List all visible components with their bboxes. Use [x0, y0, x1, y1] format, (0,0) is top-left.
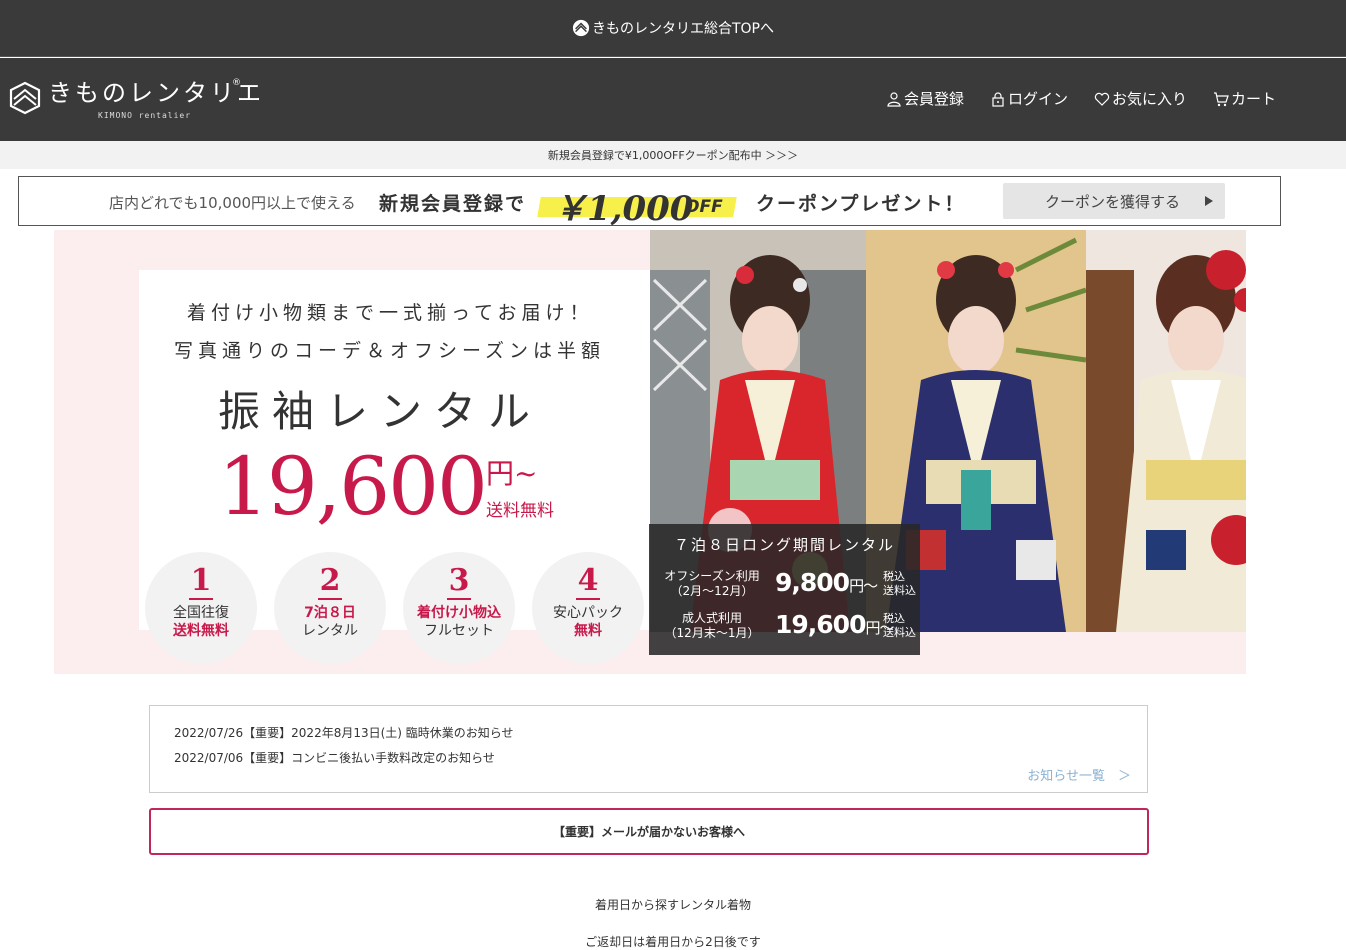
long-rental-price-value: 19,600 — [775, 610, 866, 639]
hero-banner[interactable]: 着付け小物類まで一式揃ってお届け！ 写真通りのコーデ＆オフシーズンは半額 振袖レ… — [54, 230, 1246, 674]
promo-strip[interactable]: 新規会員登録で¥1,000OFFクーポン配布中 ＞＞＞ — [0, 141, 1346, 169]
top-bar: きものレンタリエ総合TOPへ — [0, 0, 1346, 57]
nav-login[interactable]: ログイン — [990, 88, 1068, 109]
feature-line-2: 送料無料 — [173, 623, 229, 639]
hero-price-unit: 円~ — [486, 457, 538, 490]
feature-badge-3: 3 着付け小物込 フルセット — [403, 552, 515, 664]
promo-strip-text: 新規会員登録で¥1,000OFFクーポン配布中 ＞＞＞ — [547, 149, 799, 162]
long-rental-label-main: 成人式利用 — [681, 611, 742, 625]
long-rental-price: 9,800円〜 — [775, 568, 878, 597]
hero-tagline-1: 着付け小物類まで一式揃ってお届け！ — [187, 302, 594, 324]
feature-line-2: 無料 — [574, 623, 602, 639]
feature-line-1: 7泊８日 — [304, 605, 356, 621]
coupon-condition-text: 店内どれでも10,000円以上で使える — [109, 194, 356, 212]
header-nav: 会員登録 ログイン お気に入り カート — [886, 88, 1276, 109]
nav-favorites[interactable]: お気に入り — [1094, 88, 1187, 109]
news-list-link[interactable]: お知らせ一覧 ＞ — [1027, 765, 1131, 784]
person-icon — [887, 91, 901, 107]
news-item[interactable]: 2022/07/26【重要】2022年8月13日(土) 臨時休業のお知らせ — [174, 724, 514, 741]
long-rental-title: ７泊８日ロング期間レンタル — [673, 536, 895, 554]
coupon-price: ￥1,000 OFF — [537, 183, 737, 229]
feature-number: 4 — [577, 563, 599, 598]
hero-tagline-2: 写真通りのコーデ＆オフシーズンは半額 — [174, 340, 606, 362]
feature-divider — [447, 598, 471, 600]
heart-icon — [1094, 92, 1110, 106]
news-item[interactable]: 2022/07/06【重要】コンビニ後払い手数料改定のお知らせ — [174, 749, 495, 766]
topbar-link[interactable]: きものレンタリエ総合TOPへ — [572, 18, 774, 38]
feature-divider — [189, 598, 213, 600]
topbar-link-label: きものレンタリエ総合TOPへ — [591, 21, 774, 37]
long-rental-label: オフシーズン利用 （2月〜12月） — [657, 569, 767, 599]
long-rental-tax-included: 税込 — [883, 570, 905, 583]
feature-line-1: 全国往復 — [173, 605, 229, 621]
play-arrow-icon — [1205, 196, 1213, 206]
section-title: 着用日から探すレンタル着物 — [594, 898, 751, 912]
feature-line-2: フルセット — [424, 623, 494, 639]
feature-number: 1 — [190, 563, 212, 598]
cart-icon — [1213, 91, 1229, 106]
feature-line-1: 着付け小物込 — [417, 605, 501, 621]
site-header: きものレンタリエ ® KIMONO rentalier 会員登録 ログイン お気… — [0, 58, 1346, 141]
get-coupon-button[interactable]: クーポンを獲得する — [1003, 183, 1225, 219]
long-rental-row-ceremony: 成人式利用 （12月末〜1月） 19,600円〜 税込 送料込 — [657, 608, 917, 648]
feature-divider — [318, 598, 342, 600]
feature-number: 3 — [448, 563, 470, 598]
long-rental-box: ７泊８日ロング期間レンタル オフシーズン利用 （2月〜12月） 9,800円〜 … — [649, 524, 920, 655]
long-rental-label-main: オフシーズン利用 — [664, 569, 760, 583]
long-rental-price: 19,600円〜 — [775, 610, 895, 639]
long-rental-label-period: （2月〜12月） — [670, 584, 754, 598]
feature-line-1: 安心パック — [553, 605, 623, 621]
section-subtitle: ご返却日は着用日から2日後です — [585, 935, 761, 949]
long-rental-price-value: 9,800 — [775, 568, 850, 597]
feature-badge-4: 4 安心パック 無料 — [532, 552, 644, 664]
hero-price: 19,600 — [218, 440, 488, 533]
feature-badge-2: 2 7泊８日 レンタル — [274, 552, 386, 664]
lock-icon — [992, 91, 1004, 107]
news-box: 2022/07/26【重要】2022年8月13日(土) 臨時休業のお知らせ 20… — [149, 705, 1148, 793]
brand-logo-icon — [9, 81, 41, 115]
coupon-price-off: OFF — [685, 197, 723, 217]
coupon-price-value: ￥1,000 — [553, 189, 694, 229]
long-rental-label: 成人式利用 （12月末〜1月） — [657, 611, 767, 641]
email-alert-label: 【重要】メールが届かないお客様へ — [552, 825, 745, 839]
nav-register-label: 会員登録 — [903, 90, 964, 108]
long-rental-tax: 税込 送料込 — [883, 612, 916, 640]
brand-registered-mark: ® — [232, 78, 241, 88]
long-rental-shipping-included: 送料込 — [883, 626, 916, 639]
coupon-register-text: 新規会員登録で — [379, 193, 527, 215]
long-rental-label-period: （12月末〜1月） — [664, 626, 760, 640]
email-alert-button[interactable]: 【重要】メールが届かないお客様へ — [149, 808, 1149, 855]
hero-free-shipping: 送料無料 — [486, 501, 554, 521]
long-rental-row-offseason: オフシーズン利用 （2月〜12月） 9,800円〜 税込 送料込 — [657, 566, 917, 606]
feature-line-2: レンタル — [302, 623, 358, 639]
brand-logo[interactable]: きものレンタリエ ® KIMONO rentalier — [8, 76, 264, 120]
nav-cart[interactable]: カート — [1213, 88, 1276, 109]
long-rental-price-unit: 円〜 — [849, 577, 878, 595]
brand-subtitle: KIMONO rentalier — [98, 111, 192, 120]
nav-favorites-label: お気に入り — [1111, 90, 1187, 108]
nav-cart-label: カート — [1230, 90, 1276, 108]
long-rental-shipping-included: 送料込 — [883, 584, 916, 597]
coupon-present-text: クーポンプレゼント！ — [756, 193, 966, 215]
long-rental-tax: 税込 送料込 — [883, 570, 916, 598]
long-rental-tax-included: 税込 — [883, 612, 905, 625]
model-photo-3 — [1086, 230, 1246, 632]
get-coupon-button-label: クーポンを獲得する — [1045, 192, 1181, 211]
brand-logo-icon — [572, 19, 590, 37]
nav-login-label: ログイン — [1007, 90, 1068, 108]
feature-badge-1: 1 全国往復 送料無料 — [145, 552, 257, 664]
feature-divider — [576, 598, 600, 600]
hero-title: 振袖レンタル — [218, 387, 543, 436]
nav-register[interactable]: 会員登録 — [886, 88, 964, 109]
coupon-banner[interactable]: 店内どれでも10,000円以上で使える 新規会員登録で ￥1,000 OFF ク… — [18, 176, 1281, 229]
feature-number: 2 — [319, 563, 341, 598]
